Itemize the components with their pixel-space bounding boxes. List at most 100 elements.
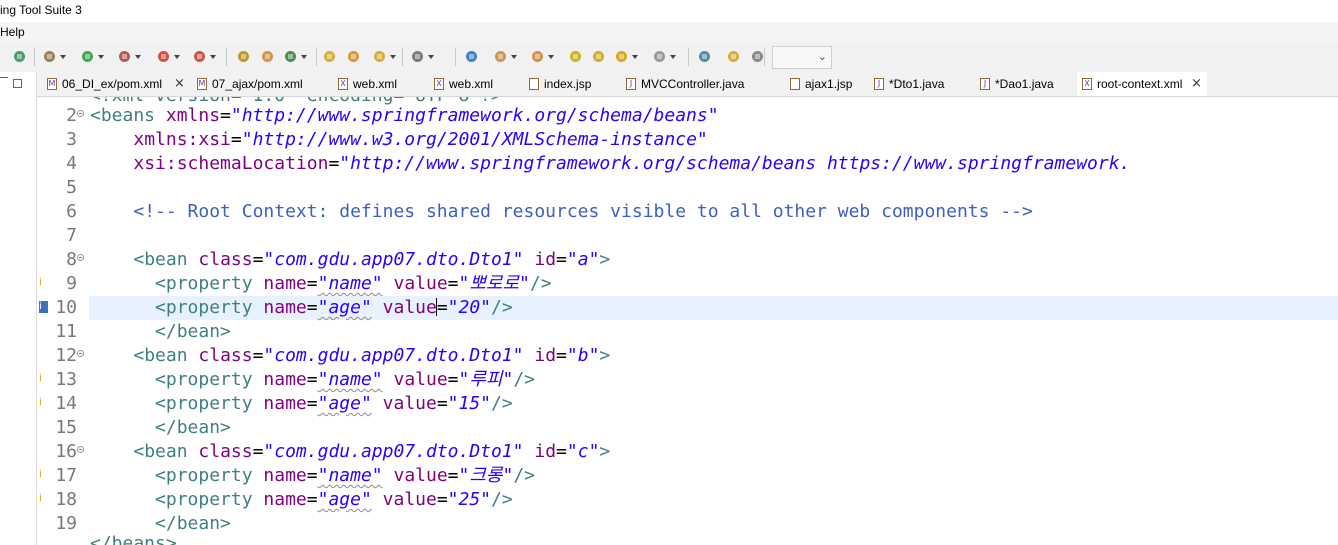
- previous-annotation-icon[interactable]: [530, 49, 554, 64]
- code-token: =: [447, 273, 459, 294]
- fold-toggle-icon[interactable]: [77, 350, 84, 357]
- globe-icon[interactable]: [464, 49, 479, 64]
- editor-tab[interactable]: J *Dto1.java: [869, 72, 973, 96]
- code-token: "age": [317, 297, 372, 318]
- code-token: <!-- Root Context: defines shared resour…: [133, 201, 1033, 222]
- code-token: "name": [317, 273, 383, 294]
- open-task-icon[interactable]: [346, 49, 361, 64]
- close-icon[interactable]: ×: [174, 76, 185, 91]
- last-edit-icon[interactable]: [568, 49, 583, 64]
- code-token: "b": [566, 345, 600, 366]
- toolbar-separator: [402, 48, 403, 66]
- code-line: i 18 <property name="age" value="25"/>: [37, 488, 1338, 512]
- maven-pom-icon: M: [47, 78, 57, 90]
- highlight-icon[interactable]: [726, 49, 741, 64]
- package-icon[interactable]: [260, 49, 275, 64]
- tab-label: *Dto1.java: [889, 77, 945, 91]
- forward-edit-icon[interactable]: [591, 49, 606, 64]
- editor-tab[interactable]: M 07_ajax/pom.xml: [192, 72, 330, 96]
- code-token: "com.gdu.app07.dto.Dto1": [263, 441, 524, 462]
- debug-icon[interactable]: [42, 49, 66, 64]
- code-line: 15 </bean>: [37, 416, 1338, 440]
- code-token: =: [306, 489, 318, 510]
- code-text: xmlns:xsi="http://www.w3.org/2001/XMLSch…: [90, 128, 707, 152]
- menu-bar: Help: [0, 22, 1338, 42]
- code-token: "http://www.springframework.org/schema/b…: [230, 105, 719, 126]
- editor-tab[interactable]: Xweb.xml: [429, 72, 522, 96]
- code-token: />: [513, 465, 535, 486]
- line-number: 19: [55, 513, 77, 534]
- code-line: 6 <!-- Root Context: defines shared reso…: [37, 200, 1338, 224]
- left-minimized-pane: [0, 72, 37, 545]
- stop-icon[interactable]: [156, 49, 180, 64]
- new-spring-project-icon[interactable]: [236, 49, 251, 64]
- editor-tab[interactable]: J *Dao1.java: [975, 72, 1075, 96]
- fold-toggle-icon[interactable]: [77, 446, 84, 453]
- menu-item-help[interactable]: Help: [0, 25, 25, 39]
- code-token: "com.gdu.app07.dto.Dto1": [263, 249, 524, 270]
- toolbar-separator: [455, 48, 456, 66]
- close-icon[interactable]: ×: [1191, 76, 1202, 91]
- run-icon[interactable]: [80, 49, 104, 64]
- code-line: i 13 <property name="name" value="루피"/>: [37, 368, 1338, 392]
- open-folder-icon[interactable]: [372, 49, 396, 64]
- search-icon[interactable]: [410, 49, 434, 64]
- editor-tab[interactable]: index.jsp: [524, 72, 619, 96]
- minimize-icon[interactable]: [0, 77, 8, 78]
- code-token: =: [252, 441, 264, 462]
- fold-toggle-icon[interactable]: [77, 254, 84, 261]
- skip-all-breakpoints-icon[interactable]: [12, 49, 27, 64]
- code-token: =: [556, 249, 567, 270]
- code-token: xmlns: [165, 105, 221, 126]
- editor-tab[interactable]: Xroot-context.xml ×: [1077, 72, 1207, 96]
- editor-tab[interactable]: M 06_DI_ex/pom.xml ×: [42, 72, 190, 96]
- code-text: <property name="name" value="뽀로로"/>: [90, 272, 552, 296]
- code-token: />: [491, 393, 513, 414]
- grid-icon[interactable]: [750, 49, 765, 64]
- external-tools-icon[interactable]: [192, 49, 216, 64]
- coverage-icon[interactable]: [117, 49, 141, 64]
- editor-tab[interactable]: Xweb.xml: [333, 72, 427, 96]
- editor-tab[interactable]: J MVCController.java: [621, 72, 783, 96]
- code-editor[interactable]: <?xml version="1.0" encoding="UTF-8"?> <…: [37, 97, 1338, 545]
- forward-icon[interactable]: [652, 49, 676, 64]
- code-line: 8 <bean class="com.gdu.app07.dto.Dto1" i…: [37, 248, 1338, 272]
- code-token: name: [263, 369, 307, 390]
- java-file-icon: J: [980, 78, 990, 90]
- code-text: <property name="name" value="크롱"/>: [90, 464, 535, 488]
- new-class-icon[interactable]: [283, 49, 307, 64]
- maven-pom-icon: M: [197, 78, 207, 90]
- open-type-icon[interactable]: [322, 49, 337, 64]
- tab-label: ajax1.jsp: [805, 77, 853, 91]
- code-token: =: [306, 273, 318, 294]
- code-token: value: [382, 393, 437, 414]
- fold-toggle-icon[interactable]: [77, 110, 84, 117]
- tab-label: web.xml: [353, 77, 398, 91]
- code-token: name: [263, 273, 307, 294]
- line-number: 15: [55, 417, 77, 438]
- code-token: <bean: [133, 249, 199, 270]
- pin-editor-icon[interactable]: [697, 49, 712, 64]
- maximize-icon[interactable]: [13, 79, 22, 88]
- xml-file-icon: X: [434, 78, 444, 90]
- code-token: =: [306, 369, 318, 390]
- code-token: class: [198, 249, 253, 270]
- code-token: value: [393, 465, 448, 486]
- code-token: <property: [155, 393, 264, 414]
- code-line: 4 xsi:schemaLocation="http://www.springf…: [37, 152, 1338, 176]
- line-number: 13: [55, 369, 77, 390]
- editor-tab[interactable]: ajax1.jsp: [785, 72, 867, 96]
- perspective-combo[interactable]: ⌄: [772, 46, 832, 69]
- jsp-file-icon: [790, 78, 800, 90]
- next-annotation-icon[interactable]: [493, 49, 517, 64]
- back-icon[interactable]: [614, 49, 638, 64]
- code-token: id: [534, 441, 557, 462]
- line-number: 18: [55, 489, 77, 510]
